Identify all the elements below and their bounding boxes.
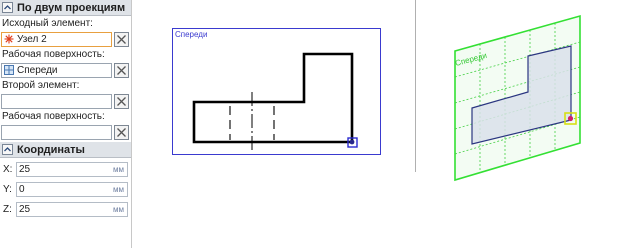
z-input[interactable]: 25 мм: [16, 202, 128, 217]
y-unit: мм: [113, 185, 124, 194]
clear-second-work-surface-button[interactable]: [114, 124, 129, 140]
clear-second-element-button[interactable]: [114, 93, 129, 109]
y-label: Y:: [3, 184, 12, 195]
x-label: X:: [3, 164, 13, 175]
second-element-label: Второй элемент:: [2, 80, 80, 91]
node-point: [567, 115, 574, 122]
close-icon: [117, 127, 126, 137]
section-title: Координаты: [17, 143, 85, 156]
z-unit: мм: [113, 205, 124, 214]
z-value: 25: [19, 204, 31, 215]
second-element-field[interactable]: [1, 93, 112, 109]
collapse-icon[interactable]: [2, 144, 13, 155]
work-surface-label: Рабочая поверхность:: [2, 49, 105, 60]
second-work-surface-label: Рабочая поверхность:: [2, 111, 105, 122]
view-frame: [172, 28, 381, 155]
source-element-field[interactable]: Узел 2: [1, 31, 112, 47]
properties-panel: По двум проекциям Исходный элемент: Узел…: [0, 0, 132, 248]
section-header-two-projections[interactable]: По двум проекциям: [0, 0, 131, 16]
clear-work-surface-button[interactable]: [114, 62, 129, 78]
second-work-surface-field[interactable]: [1, 124, 112, 140]
node-point: [349, 139, 355, 145]
front-view-3d[interactable]: Спереди: [445, 8, 595, 184]
source-element-label: Исходный элемент:: [2, 18, 93, 29]
clear-source-button[interactable]: [114, 31, 129, 47]
work-surface-value: Спереди: [17, 64, 58, 76]
work-surface-field[interactable]: Спереди: [1, 62, 112, 78]
section-header-coordinates[interactable]: Координаты: [0, 142, 131, 158]
y-input[interactable]: 0 мм: [16, 182, 128, 197]
y-value: 0: [19, 184, 25, 195]
collapse-icon[interactable]: [2, 2, 13, 13]
x-input[interactable]: 25 мм: [16, 162, 128, 177]
section-title: По двум проекциям: [17, 1, 126, 14]
z-label: Z:: [3, 204, 12, 215]
front-view-2d[interactable]: Спереди: [172, 28, 384, 158]
view-label: Спереди: [175, 30, 207, 39]
view-divider: [415, 0, 416, 172]
close-icon: [117, 96, 126, 106]
source-element-value: Узел 2: [17, 33, 47, 45]
x-unit: мм: [113, 165, 124, 174]
close-icon: [117, 65, 126, 75]
x-value: 25: [19, 164, 31, 175]
close-icon: [117, 34, 126, 44]
node-icon: [4, 34, 14, 44]
plane-icon: [4, 65, 14, 75]
